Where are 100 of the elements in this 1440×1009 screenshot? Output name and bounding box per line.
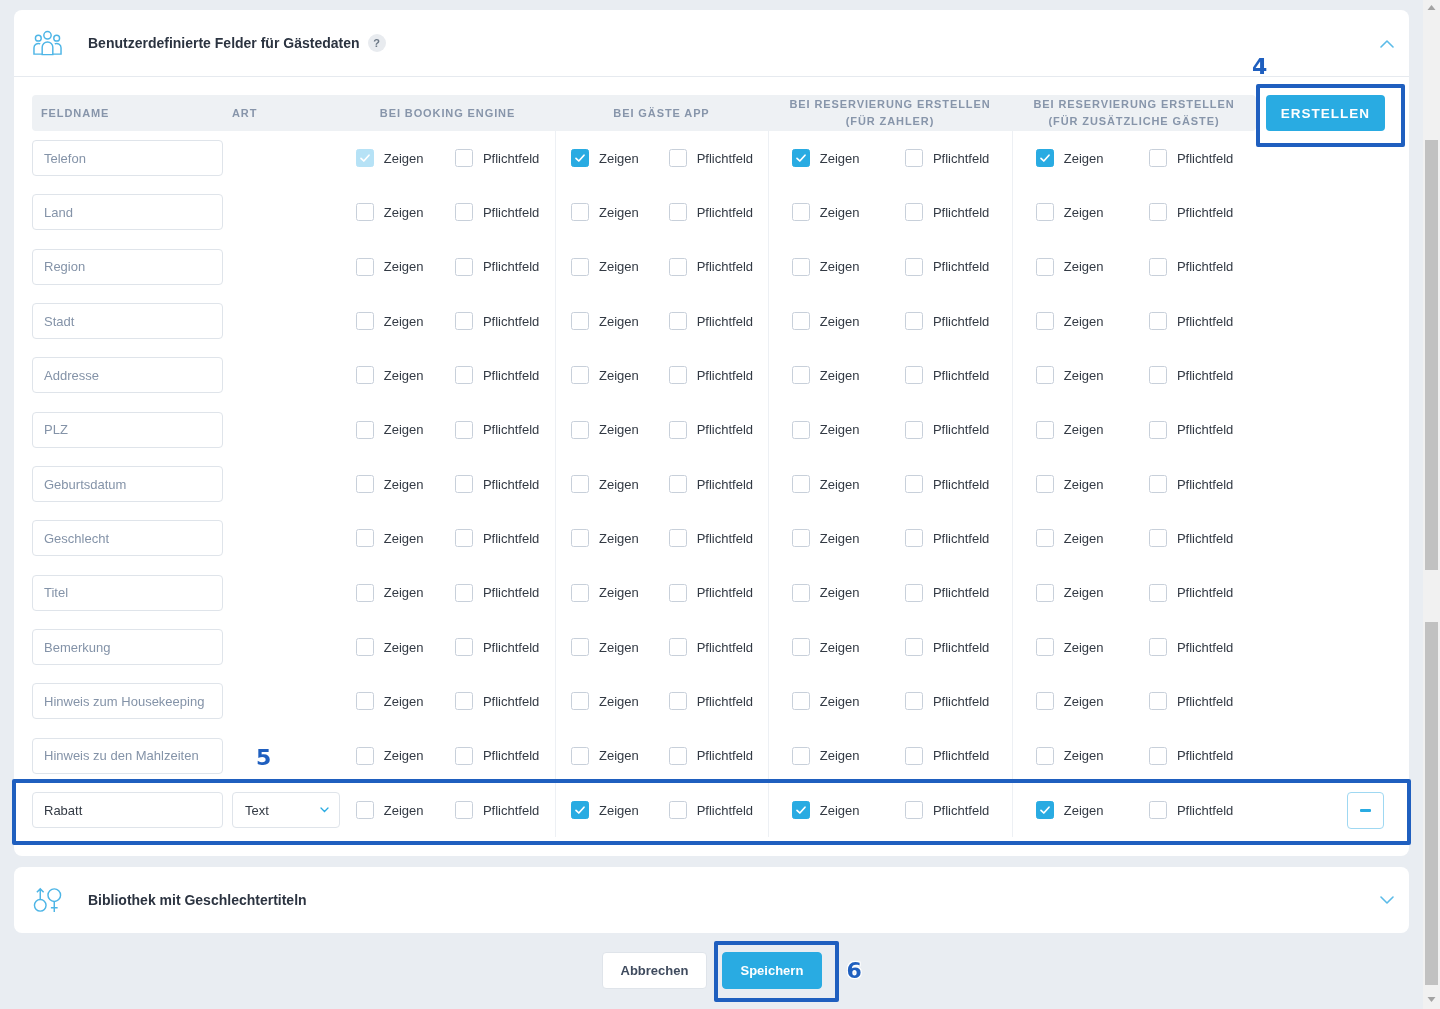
checkbox[interactable] — [791, 746, 810, 765]
checkbox[interactable] — [570, 583, 589, 602]
checkbox[interactable] — [1148, 692, 1167, 711]
checkbox[interactable] — [355, 203, 374, 222]
checkbox[interactable] — [1035, 475, 1054, 494]
checkbox[interactable] — [570, 692, 589, 711]
checkbox[interactable] — [570, 149, 589, 168]
checkbox[interactable] — [570, 312, 589, 331]
checkbox[interactable] — [454, 529, 473, 548]
checkbox[interactable] — [668, 475, 687, 494]
checkbox[interactable] — [904, 366, 923, 385]
checkbox[interactable] — [355, 583, 374, 602]
checkbox[interactable] — [668, 638, 687, 657]
checkbox[interactable] — [1035, 312, 1054, 331]
help-button[interactable]: ? — [367, 34, 386, 52]
checkbox[interactable] — [1148, 801, 1167, 820]
checkbox[interactable] — [791, 312, 810, 331]
checkbox[interactable] — [791, 801, 810, 820]
checkbox[interactable] — [1148, 638, 1167, 657]
checkbox[interactable] — [1035, 203, 1054, 222]
checkbox[interactable] — [454, 746, 473, 765]
checkbox[interactable] — [904, 420, 923, 439]
checkbox[interactable] — [1035, 746, 1054, 765]
checkbox[interactable] — [454, 149, 473, 168]
checkbox[interactable] — [668, 801, 687, 820]
checkbox[interactable] — [570, 257, 589, 276]
text-field[interactable]: Rabatt — [32, 792, 223, 829]
checkbox[interactable] — [355, 638, 374, 657]
type-select[interactable]: Text — [232, 792, 340, 829]
checkbox[interactable] — [570, 203, 589, 222]
checkbox[interactable] — [570, 366, 589, 385]
checkbox[interactable] — [668, 692, 687, 711]
checkbox[interactable] — [1035, 420, 1054, 439]
checkbox[interactable] — [454, 312, 473, 331]
checkbox[interactable] — [904, 475, 923, 494]
chevron-down-icon[interactable] — [1380, 895, 1394, 905]
checkbox[interactable] — [1148, 583, 1167, 602]
checkbox[interactable] — [791, 529, 810, 548]
checkbox[interactable] — [1148, 746, 1167, 765]
checkbox[interactable] — [904, 529, 923, 548]
checkbox[interactable] — [904, 638, 923, 657]
checkbox[interactable] — [1035, 801, 1054, 820]
checkbox[interactable] — [355, 420, 374, 439]
checkbox[interactable] — [355, 529, 374, 548]
checkbox[interactable] — [355, 366, 374, 385]
checkbox[interactable] — [1148, 475, 1167, 494]
checkbox[interactable] — [904, 257, 923, 276]
checkbox[interactable] — [355, 692, 374, 711]
checkbox[interactable] — [668, 529, 687, 548]
checkbox[interactable] — [1148, 312, 1167, 331]
checkbox[interactable] — [454, 257, 473, 276]
checkbox[interactable] — [570, 475, 589, 494]
checkbox[interactable] — [1035, 692, 1054, 711]
checkbox[interactable] — [355, 746, 374, 765]
checkbox[interactable] — [791, 149, 810, 168]
checkbox[interactable] — [1035, 149, 1054, 168]
checkbox[interactable] — [1035, 257, 1054, 276]
checkbox[interactable] — [1035, 583, 1054, 602]
checkbox[interactable] — [1148, 149, 1167, 168]
checkbox[interactable] — [454, 638, 473, 657]
checkbox[interactable] — [791, 203, 810, 222]
checkbox[interactable] — [570, 420, 589, 439]
checkbox[interactable] — [668, 203, 687, 222]
checkbox[interactable] — [454, 420, 473, 439]
checkbox[interactable] — [791, 420, 810, 439]
checkbox[interactable] — [570, 638, 589, 657]
checkbox[interactable] — [1035, 529, 1054, 548]
checkbox[interactable] — [454, 801, 473, 820]
checkbox[interactable] — [454, 475, 473, 494]
save-button[interactable]: Speichern — [721, 952, 822, 990]
checkbox[interactable] — [904, 583, 923, 602]
checkbox[interactable] — [791, 475, 810, 494]
checkbox[interactable] — [1148, 529, 1167, 548]
checkbox[interactable] — [904, 801, 923, 820]
checkbox[interactable] — [454, 692, 473, 711]
checkbox[interactable] — [668, 420, 687, 439]
checkbox[interactable] — [454, 583, 473, 602]
checkbox[interactable] — [570, 746, 589, 765]
checkbox[interactable] — [791, 638, 810, 657]
checkbox[interactable] — [1035, 638, 1054, 657]
remove-button[interactable] — [1347, 791, 1384, 829]
checkbox[interactable] — [904, 203, 923, 222]
checkbox[interactable] — [904, 692, 923, 711]
scrollbar[interactable] — [1423, 0, 1440, 1009]
checkbox[interactable] — [1148, 420, 1167, 439]
checkbox[interactable] — [1148, 257, 1167, 276]
cancel-button[interactable]: Abbrechen — [601, 952, 707, 990]
checkbox[interactable] — [668, 257, 687, 276]
checkbox[interactable] — [454, 366, 473, 385]
checkbox[interactable] — [355, 257, 374, 276]
checkbox[interactable] — [791, 583, 810, 602]
chevron-up-icon[interactable] — [1380, 38, 1394, 48]
checkbox[interactable] — [355, 312, 374, 331]
checkbox[interactable] — [668, 366, 687, 385]
checkbox[interactable] — [791, 257, 810, 276]
checkbox[interactable] — [570, 529, 589, 548]
checkbox[interactable] — [668, 746, 687, 765]
checkbox[interactable] — [904, 149, 923, 168]
checkbox[interactable] — [668, 312, 687, 331]
checkbox[interactable] — [791, 366, 810, 385]
